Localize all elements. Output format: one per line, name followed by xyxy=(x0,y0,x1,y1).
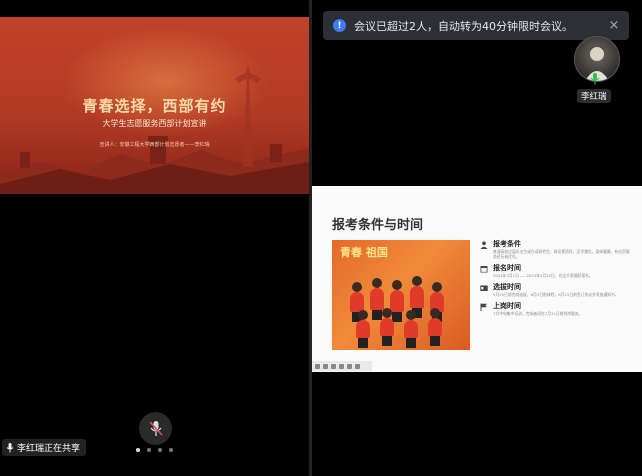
highlighter-icon[interactable] xyxy=(323,363,328,369)
flag-icon xyxy=(480,303,487,311)
shape-icon[interactable] xyxy=(347,363,352,369)
volunteer-group-photo: 青春 祖国 xyxy=(332,240,470,350)
slide-title: 青春选择，西部有约 xyxy=(82,97,227,115)
close-icon[interactable]: × xyxy=(605,18,623,33)
item-body: 2024年3月1日——2024年5月20日，在这大家踊跃报名。 xyxy=(493,273,593,278)
id-card-icon xyxy=(480,285,488,291)
eraser-icon[interactable] xyxy=(331,363,336,369)
annotation-toolbar[interactable] xyxy=(312,361,372,371)
item-body: 普通高校应届毕业生或在读研究生，政治素质好，品学兼优，身体健康，有志愿服务经历者… xyxy=(493,249,630,259)
person-figure xyxy=(404,310,418,348)
slide-thumbnail-title: 青春选择，西部有约 大学生志愿服务西部计划宣讲 宣讲人：安徽工程大学西部计划志愿… xyxy=(0,17,309,194)
page-indicator[interactable] xyxy=(136,448,173,452)
slide-thumbnail-conditions: 报考条件与时间 青春 祖国 报考条件 普通高校应届毕业生或在读研究生，政治素质好… xyxy=(312,186,642,372)
info-icon: ! xyxy=(333,19,346,32)
page-dot[interactable] xyxy=(147,448,151,452)
mic-on-icon xyxy=(590,73,600,85)
page-dot[interactable] xyxy=(169,448,173,452)
slide-speaker: 宣讲人：安徽工程大学西部计划志愿者——李红瑞 xyxy=(99,142,210,148)
more-icon[interactable] xyxy=(355,363,360,369)
photo-banner-text: 青春 祖国 xyxy=(340,246,388,259)
person-figure xyxy=(350,282,364,322)
person-figure xyxy=(410,276,424,318)
item-heading: 上岗时间 xyxy=(493,302,521,310)
sharing-status-badge: 李红瑞正在共享 xyxy=(2,439,87,456)
calendar-icon xyxy=(480,266,488,273)
slide-title: 报考条件与时间 xyxy=(332,218,424,233)
pen-icon[interactable] xyxy=(315,363,320,369)
sharing-status-text: 李红瑞正在共享 xyxy=(17,444,81,454)
person-figure xyxy=(390,280,404,322)
shared-screen-pane: 青春选择，西部有约 大学生志愿服务西部计划宣讲 宣讲人：安徽工程大学西部计划志愿… xyxy=(0,0,309,476)
list-item: 上岗时间 7月中旬集中培训，完成者须在7月31日前到岗服务。 xyxy=(480,302,630,316)
item-heading: 报考条件 xyxy=(493,240,521,248)
undo-icon[interactable] xyxy=(339,363,344,369)
meeting-limit-notification: ! 会议已超过2人，自动转为40分钟限时会议。 × xyxy=(323,11,629,40)
person-figure xyxy=(428,308,442,346)
notification-text: 会议已超过2人，自动转为40分钟限时会议。 xyxy=(354,19,573,33)
page-dot[interactable] xyxy=(158,448,162,452)
list-item: 报考条件 普通高校应届毕业生或在读研究生，政治素质好，品学兼优，身体健康，有志愿… xyxy=(480,240,630,259)
item-heading: 选拔时间 xyxy=(493,283,521,291)
mic-muted-icon xyxy=(148,420,163,436)
list-item: 报名时间 2024年3月1日——2024年5月20日，在这大家踊跃报名。 xyxy=(480,264,630,278)
person-figure xyxy=(356,310,370,348)
person-figure xyxy=(380,308,394,346)
participant-name: 李红瑞 xyxy=(577,89,611,103)
item-body: 5月25日前完成选拔，6月5日前体检，6月15日前签订协议并发放通知书。 xyxy=(493,292,619,297)
mic-icon xyxy=(6,442,14,452)
item-body: 7月中旬集中培训，完成者须在7月31日前到岗服务。 xyxy=(493,311,583,316)
person-figure xyxy=(370,278,384,320)
mute-toggle-button[interactable] xyxy=(139,412,172,445)
slide-subtitle: 大学生志愿服务西部计划宣讲 xyxy=(102,119,207,128)
page-dot[interactable] xyxy=(136,448,140,452)
list-item: 选拔时间 5月25日前完成选拔，6月5日前体检，6月15日前签订协议并发放通知书… xyxy=(480,283,630,297)
info-list: 报考条件 普通高校应届毕业生或在读研究生，政治素质好，品学兼优，身体健康，有志愿… xyxy=(480,240,630,321)
item-heading: 报名时间 xyxy=(493,264,521,272)
user-icon xyxy=(480,241,488,249)
